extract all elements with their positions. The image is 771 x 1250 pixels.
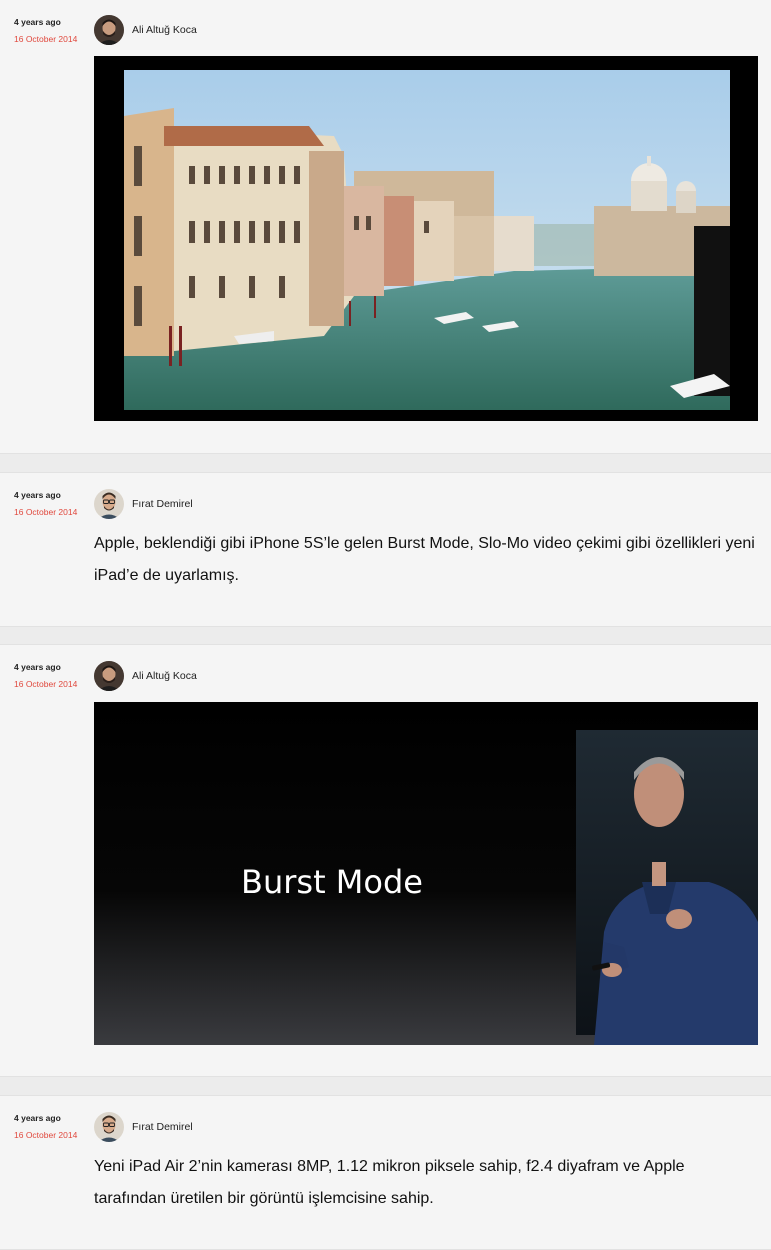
relative-time: 4 years ago xyxy=(14,1113,61,1123)
avatar-icon xyxy=(94,1112,124,1142)
post-meta: 4 years ago 16 October 2014 xyxy=(14,659,89,693)
post-author[interactable]: Fırat Demirel xyxy=(94,489,193,519)
post-date: 16 October 2014 xyxy=(14,507,78,517)
post-meta: 4 years ago 16 October 2014 xyxy=(14,487,89,521)
post-author[interactable]: Ali Altuğ Koca xyxy=(94,15,197,45)
venice-image[interactable] xyxy=(94,56,758,421)
live-post: 4 years ago 16 October 2014 Ali Altuğ Ko… xyxy=(0,644,771,1077)
avatar-icon xyxy=(94,661,124,691)
live-post: 4 years ago 16 October 2014 Fırat Demire… xyxy=(0,1095,771,1250)
post-author[interactable]: Fırat Demirel xyxy=(94,1112,193,1142)
avatar-icon xyxy=(94,15,124,45)
live-blog-feed: 4 years ago 16 October 2014 Ali Altuğ Ko… xyxy=(0,0,771,1250)
relative-time: 4 years ago xyxy=(14,662,61,672)
post-author[interactable]: Ali Altuğ Koca xyxy=(94,661,197,691)
author-name: Fırat Demirel xyxy=(132,1121,193,1133)
venice-photo xyxy=(94,56,758,421)
author-name: Ali Altuğ Koca xyxy=(132,24,197,36)
relative-time: 4 years ago xyxy=(14,490,61,500)
live-post: 4 years ago 16 October 2014 Fırat Demire… xyxy=(0,472,771,627)
author-name: Ali Altuğ Koca xyxy=(132,670,197,682)
burst-mode-caption: Burst Mode xyxy=(241,863,423,901)
post-meta: 4 years ago 16 October 2014 xyxy=(14,1110,89,1144)
post-date: 16 October 2014 xyxy=(14,679,78,689)
relative-time: 4 years ago xyxy=(14,17,61,27)
avatar-icon xyxy=(94,489,124,519)
post-meta: 4 years ago 16 October 2014 xyxy=(14,14,89,48)
post-text: Yeni iPad Air 2’nin kamerası 8MP, 1.12 m… xyxy=(94,1158,685,1207)
post-date: 16 October 2014 xyxy=(14,1130,78,1140)
author-name: Fırat Demirel xyxy=(132,498,193,510)
keynote-photo: Burst Mode xyxy=(94,702,758,1045)
live-post: 4 years ago 16 October 2014 Ali Altuğ Ko… xyxy=(0,0,771,454)
post-text: Apple, beklendiği gibi iPhone 5S’le gele… xyxy=(94,535,755,584)
burst-mode-image[interactable]: Burst Mode xyxy=(94,702,758,1045)
post-date: 16 October 2014 xyxy=(14,34,78,44)
